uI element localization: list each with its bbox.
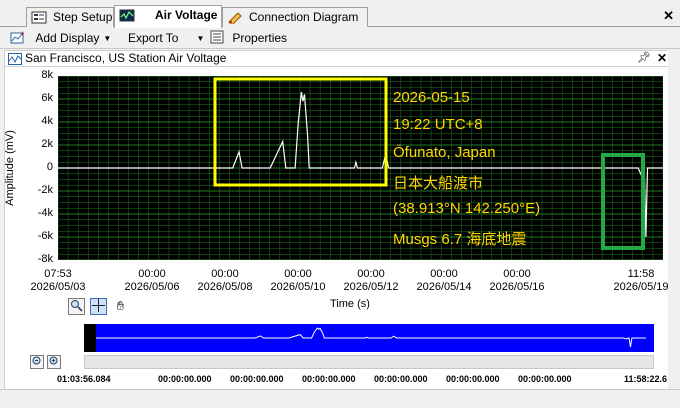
export-to-label: Export To — [128, 31, 179, 45]
export-to-button[interactable]: Export To ▼ — [128, 30, 204, 46]
overview-tick-label: 00:00:00.000 — [374, 374, 428, 384]
annotation-date: 2026-05-15 — [393, 89, 470, 106]
tab-step-setup[interactable]: Step Setup — [26, 7, 114, 27]
panel-header: San Francisco, US Station Air Voltage 📌︎… — [4, 50, 676, 67]
x-tick-label: 07:53 2026/05/03 — [30, 268, 86, 293]
x-tick-label: 00:00 2026/05/10 — [270, 268, 326, 293]
status-bar — [0, 389, 680, 408]
hand-icon: ✋︎ — [116, 298, 125, 313]
overview-strip[interactable] — [84, 324, 654, 352]
step-setup-icon — [31, 11, 47, 24]
x-tick-label: 00:00 2026/05/16 — [489, 268, 545, 293]
x-axis-label: Time (s) — [330, 298, 370, 310]
overview-tick-label: 00:00:00.000 — [446, 374, 500, 384]
pan-tool-button[interactable]: ✋︎ — [112, 298, 129, 315]
crosshair-tool-button[interactable] — [90, 298, 107, 315]
tab-step-setup-label: Step Setup — [53, 10, 113, 24]
y-tick-label: -8k — [37, 253, 53, 265]
zoom-out-icon — [32, 356, 40, 365]
x-tick-label: 00:00 2026/05/08 — [197, 268, 253, 293]
overview-tick-label: 11:58:22.6 — [624, 374, 668, 384]
y-tick-label: -2k — [37, 184, 53, 196]
zoom-in-button[interactable] — [47, 355, 61, 369]
overview-tick-label: 00:00:00.000 — [230, 374, 284, 384]
pin-icon[interactable]: 📌︎ — [637, 51, 651, 66]
right-scrollbar[interactable] — [668, 50, 680, 389]
add-display-label: Add Display — [35, 31, 100, 45]
event-marker-box — [601, 153, 645, 250]
close-panel-button[interactable]: ✕ — [657, 51, 667, 66]
x-tick-label: 00:00 2026/05/06 — [124, 268, 180, 293]
close-document-button[interactable]: ✕ — [663, 8, 674, 24]
chart-plot[interactable] — [58, 76, 663, 260]
tab-connection-diagram[interactable]: Connection Diagram — [222, 7, 368, 27]
connection-diagram-icon — [228, 12, 242, 24]
y-tick-label: 8k — [41, 69, 53, 81]
annotation-place-jp: 日本大船渡市 — [393, 175, 484, 192]
overview-tick-label: 00:00:00.000 — [518, 374, 572, 384]
time-scrollbar[interactable] — [84, 355, 654, 369]
svg-text:+: + — [20, 30, 25, 38]
chart-svg — [58, 76, 663, 260]
annotation-event: Musgs 6.7 海底地震 — [393, 231, 527, 248]
y-tick-label: -6k — [37, 230, 53, 242]
tab-air-voltage-label: Air Voltage — [155, 8, 218, 22]
tab-bar: Step Setup Air Voltage Connection Diagra… — [0, 0, 680, 28]
y-tick-label: -4k — [37, 207, 53, 219]
y-tick-label: 0 — [46, 161, 53, 173]
chevron-down-icon: ▼ — [103, 34, 112, 43]
properties-icon — [210, 30, 224, 44]
add-display-icon: + — [10, 29, 25, 44]
overview-left-handle[interactable] — [84, 324, 96, 352]
annotation-coords: (38.913°N 142.250°E) — [393, 200, 541, 217]
x-tick-label: 00:00 2026/05/14 — [416, 268, 472, 293]
overview-svg — [96, 327, 646, 348]
y-tick-label: 6k — [41, 92, 53, 104]
add-display-button[interactable]: + Add Display ▼ — [10, 29, 112, 46]
app-window: Step Setup Air Voltage Connection Diagra… — [0, 0, 680, 408]
zoom-out-button[interactable] — [30, 355, 44, 369]
overview-line — [96, 327, 646, 348]
chevron-down-icon: ▼ — [196, 34, 205, 43]
annotation-place: Ōfunato, Japan — [393, 144, 496, 161]
panel-title: San Francisco, US Station Air Voltage — [25, 51, 227, 65]
annotation-time: 19:22 UTC+8 — [393, 116, 483, 133]
magnifier-icon — [71, 300, 83, 312]
y-tick-label: 4k — [41, 115, 53, 127]
overview-tick-label: 00:00:00.000 — [302, 374, 356, 384]
waveform-icon — [8, 53, 22, 65]
air-voltage-icon — [119, 9, 135, 22]
tab-connection-diagram-label: Connection Diagram — [249, 10, 359, 24]
overview-tick-label: 01:03:56.084 — [57, 374, 111, 384]
zoom-tool-button[interactable] — [68, 298, 85, 315]
toolbar: + Add Display ▼ Export To ▼ Properties — [0, 28, 680, 49]
crosshair-icon — [92, 299, 105, 312]
overview-tick-label: 00:00:00.000 — [158, 374, 212, 384]
x-tick-label: 00:00 2026/05/12 — [343, 268, 399, 293]
tab-air-voltage[interactable]: Air Voltage — [114, 5, 222, 28]
properties-label: Properties — [232, 31, 288, 45]
zoom-in-icon — [49, 356, 57, 365]
y-tick-label: 2k — [41, 138, 53, 150]
properties-button[interactable]: Properties — [210, 30, 287, 46]
